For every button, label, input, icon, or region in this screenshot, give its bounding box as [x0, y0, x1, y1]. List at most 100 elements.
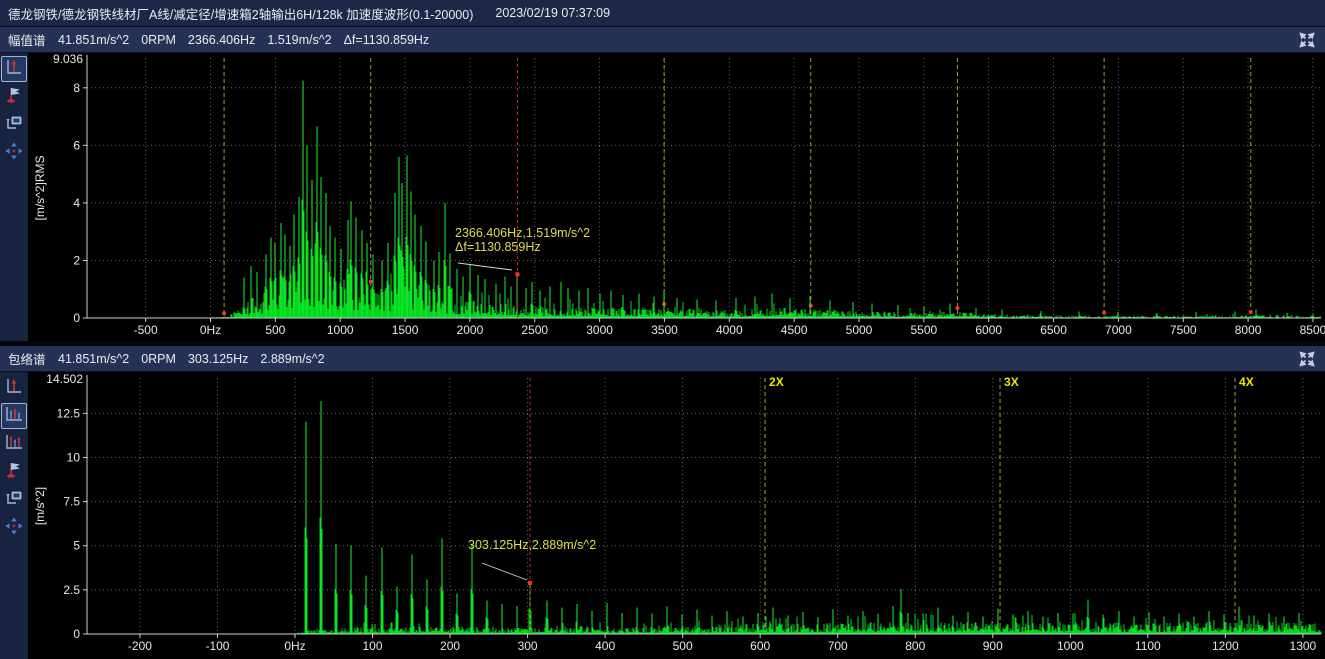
y-tick-label: 2.5 — [63, 583, 80, 597]
x-tick-label: 5000 — [846, 323, 873, 337]
flag-icon — [4, 460, 24, 485]
x-tick-label: -200 — [128, 639, 152, 653]
sideband-marker — [955, 306, 959, 310]
y-tick-label: 12.5 — [57, 406, 81, 420]
x-tick-label: 300 — [518, 639, 538, 653]
cursor-amplitude: 1.519m/s^2 — [267, 33, 331, 47]
y-tick-label: 6 — [73, 138, 80, 152]
delta-frequency: Δf=1130.859Hz — [344, 33, 430, 47]
spectrum-noise-floor — [295, 613, 1321, 634]
sideband-marker — [369, 280, 373, 284]
x-tick-label: 900 — [983, 639, 1003, 653]
cursor-delta-annotation: Δf=1130.859Hz — [455, 240, 541, 254]
envelope-spectrum-toolbar — [0, 372, 28, 659]
order-label: 2X — [769, 375, 784, 389]
overall-value: 41.851m/s^2 — [58, 352, 129, 366]
x-tick-label: 1000 — [327, 323, 354, 337]
harmonics-alt-icon — [4, 432, 24, 457]
order-label: 3X — [1004, 375, 1019, 389]
x-tick-label: 5500 — [910, 323, 937, 337]
expand-icon[interactable] — [1297, 31, 1317, 49]
spectrum-cursor-icon — [4, 376, 24, 401]
sideband-marker — [222, 311, 226, 315]
sideband-marker — [1249, 310, 1253, 314]
x-tick-label: 4000 — [716, 323, 743, 337]
move-button[interactable] — [1, 140, 27, 166]
annotation-leader-line — [482, 563, 527, 580]
cursor-marker — [515, 272, 519, 276]
order-label: 4X — [1239, 375, 1254, 389]
x-tick-label: 500 — [673, 639, 693, 653]
y-tick-label: 8 — [73, 81, 80, 95]
export-button[interactable] — [1, 112, 27, 138]
export-icon — [4, 113, 24, 138]
envelope-spectrum-panel: 2X3X4X-200-1000Hz10020030040050060070080… — [0, 372, 1325, 659]
cursor-annotation: 2366.406Hz,1.519m/s^2 — [455, 226, 590, 240]
rpm-value: 0RPM — [141, 33, 176, 47]
cursor-annotation: 303.125Hz,2.889m/s^2 — [468, 538, 596, 552]
x-tick-label: 8500 — [1300, 323, 1325, 337]
harmonics-button[interactable] — [1, 403, 27, 429]
x-tick-label: 3000 — [586, 323, 613, 337]
spectrum-cursor-button[interactable] — [1, 56, 27, 82]
x-tick-label: -100 — [205, 639, 229, 653]
x-tick-label: 4500 — [781, 323, 808, 337]
move-icon — [4, 141, 24, 166]
x-tick-label: 0Hz — [284, 639, 305, 653]
x-tick-label: 100 — [363, 639, 383, 653]
cursor-amplitude: 2.889m/s^2 — [260, 352, 324, 366]
y-tick-label: 5 — [73, 539, 80, 553]
y-max-label: 9.036 — [53, 53, 83, 66]
spectrum-noise-floor — [211, 222, 1321, 318]
sideband-marker — [1102, 311, 1106, 315]
x-tick-label: 600 — [750, 639, 770, 653]
measurement-path: 德龙钢铁/德龙钢铁线材厂A线/减定径/增速箱2轴输出6H/128k 加速度波形(… — [8, 4, 473, 23]
rpm-value: 0RPM — [141, 352, 176, 366]
spectrum-cursor-button[interactable] — [1, 375, 27, 401]
overall-value: 41.851m/s^2 — [58, 33, 129, 47]
expand-icon[interactable] — [1297, 350, 1317, 368]
panel-title: 幅值谱 — [8, 30, 46, 49]
x-tick-label: 200 — [440, 639, 460, 653]
y-axis-title: [m/s^2] — [33, 487, 47, 525]
amplitude-spectrum-toolbar — [0, 53, 28, 341]
flag-button[interactable] — [1, 84, 27, 110]
move-icon — [4, 516, 24, 541]
panel-title: 包络谱 — [8, 349, 46, 368]
envelope-spectrum-header: 包络谱 41.851m/s^2 0RPM 303.125Hz 2.889m/s^… — [0, 346, 1325, 372]
x-tick-label: 7000 — [1105, 323, 1132, 337]
x-tick-label: 2000 — [457, 323, 484, 337]
export-icon — [4, 488, 24, 513]
timestamp: 2023/02/19 07:37:09 — [495, 6, 610, 20]
x-tick-label: 700 — [828, 639, 848, 653]
y-tick-label: 2 — [73, 253, 80, 267]
x-tick-label: 800 — [905, 639, 925, 653]
title-bar: 德龙钢铁/德龙钢铁线材厂A线/减定径/增速箱2轴输出6H/128k 加速度波形(… — [0, 0, 1325, 27]
x-tick-label: 6500 — [1040, 323, 1067, 337]
y-tick-label: 7.5 — [63, 495, 80, 509]
move-button[interactable] — [1, 515, 27, 541]
x-tick-label: 1100 — [1135, 639, 1161, 653]
flag-button[interactable] — [1, 459, 27, 485]
x-tick-label: 1000 — [1057, 639, 1084, 653]
amplitude-spectrum-panel: -5000Hz500100015002000250030003500400045… — [0, 53, 1325, 341]
x-tick-label: 7500 — [1170, 323, 1197, 337]
envelope-spectrum-chart[interactable]: 2X3X4X-200-1000Hz10020030040050060070080… — [0, 372, 1325, 659]
x-tick-label: 2500 — [521, 323, 548, 337]
annotation-leader-line — [458, 263, 512, 270]
cursor-marker — [528, 581, 532, 585]
x-tick-label: 8000 — [1235, 323, 1262, 337]
y-tick-label: 10 — [67, 450, 81, 464]
amplitude-spectrum-header: 幅值谱 41.851m/s^2 0RPM 2366.406Hz 1.519m/s… — [0, 27, 1325, 53]
x-tick-label: 1500 — [392, 323, 419, 337]
y-tick-label: 0 — [73, 627, 80, 641]
y-axis-title: [m/s^2]RMS — [33, 156, 47, 221]
x-tick-label: 500 — [265, 323, 285, 337]
amplitude-spectrum-chart[interactable]: -5000Hz500100015002000250030003500400045… — [0, 53, 1325, 341]
x-tick-label: 0Hz — [200, 323, 221, 337]
y-tick-label: 4 — [73, 196, 80, 210]
x-tick-label: 3500 — [651, 323, 678, 337]
spectrum-cursor-icon — [4, 57, 24, 82]
export-button[interactable] — [1, 487, 27, 513]
harmonics-alt-button[interactable] — [1, 431, 27, 457]
